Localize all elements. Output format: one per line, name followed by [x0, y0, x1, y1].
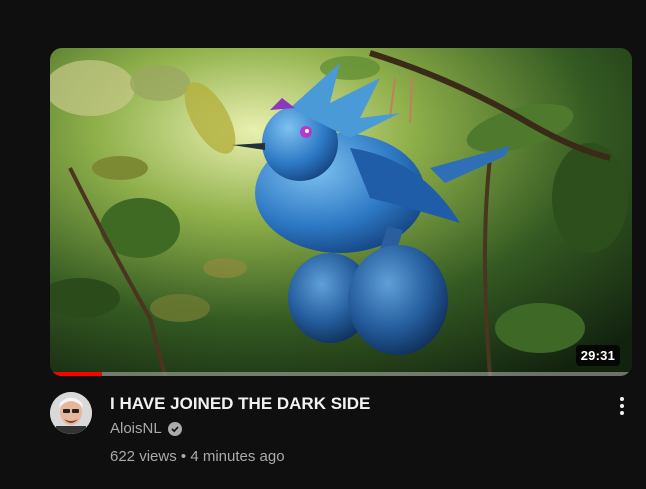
thumbnail-image	[50, 48, 632, 376]
video-title[interactable]: I HAVE JOINED THE DARK SIDE	[110, 392, 592, 416]
stats-separator: •	[180, 448, 187, 465]
published-time: 4 minutes ago	[190, 448, 285, 465]
video-card[interactable]: 29:31 I HAVE JOINED THE DARK SIDE AloisN…	[50, 48, 632, 482]
video-stats: 622 views • 4 minutes ago	[110, 448, 285, 465]
watch-progress-fill	[50, 372, 103, 376]
video-details: I HAVE JOINED THE DARK SIDE AloisNL 622 …	[50, 392, 632, 482]
watch-progress-bar	[50, 372, 632, 376]
more-vert-icon[interactable]	[612, 392, 632, 420]
avatar-image	[50, 392, 92, 434]
duration-badge: 29:31	[575, 345, 620, 366]
video-thumbnail[interactable]: 29:31	[50, 48, 632, 376]
verified-check-icon	[167, 421, 182, 436]
view-count: 622 views	[110, 448, 177, 465]
channel-row: AloisNL	[110, 420, 182, 437]
channel-name[interactable]: AloisNL	[110, 420, 162, 437]
channel-avatar[interactable]	[50, 392, 92, 434]
